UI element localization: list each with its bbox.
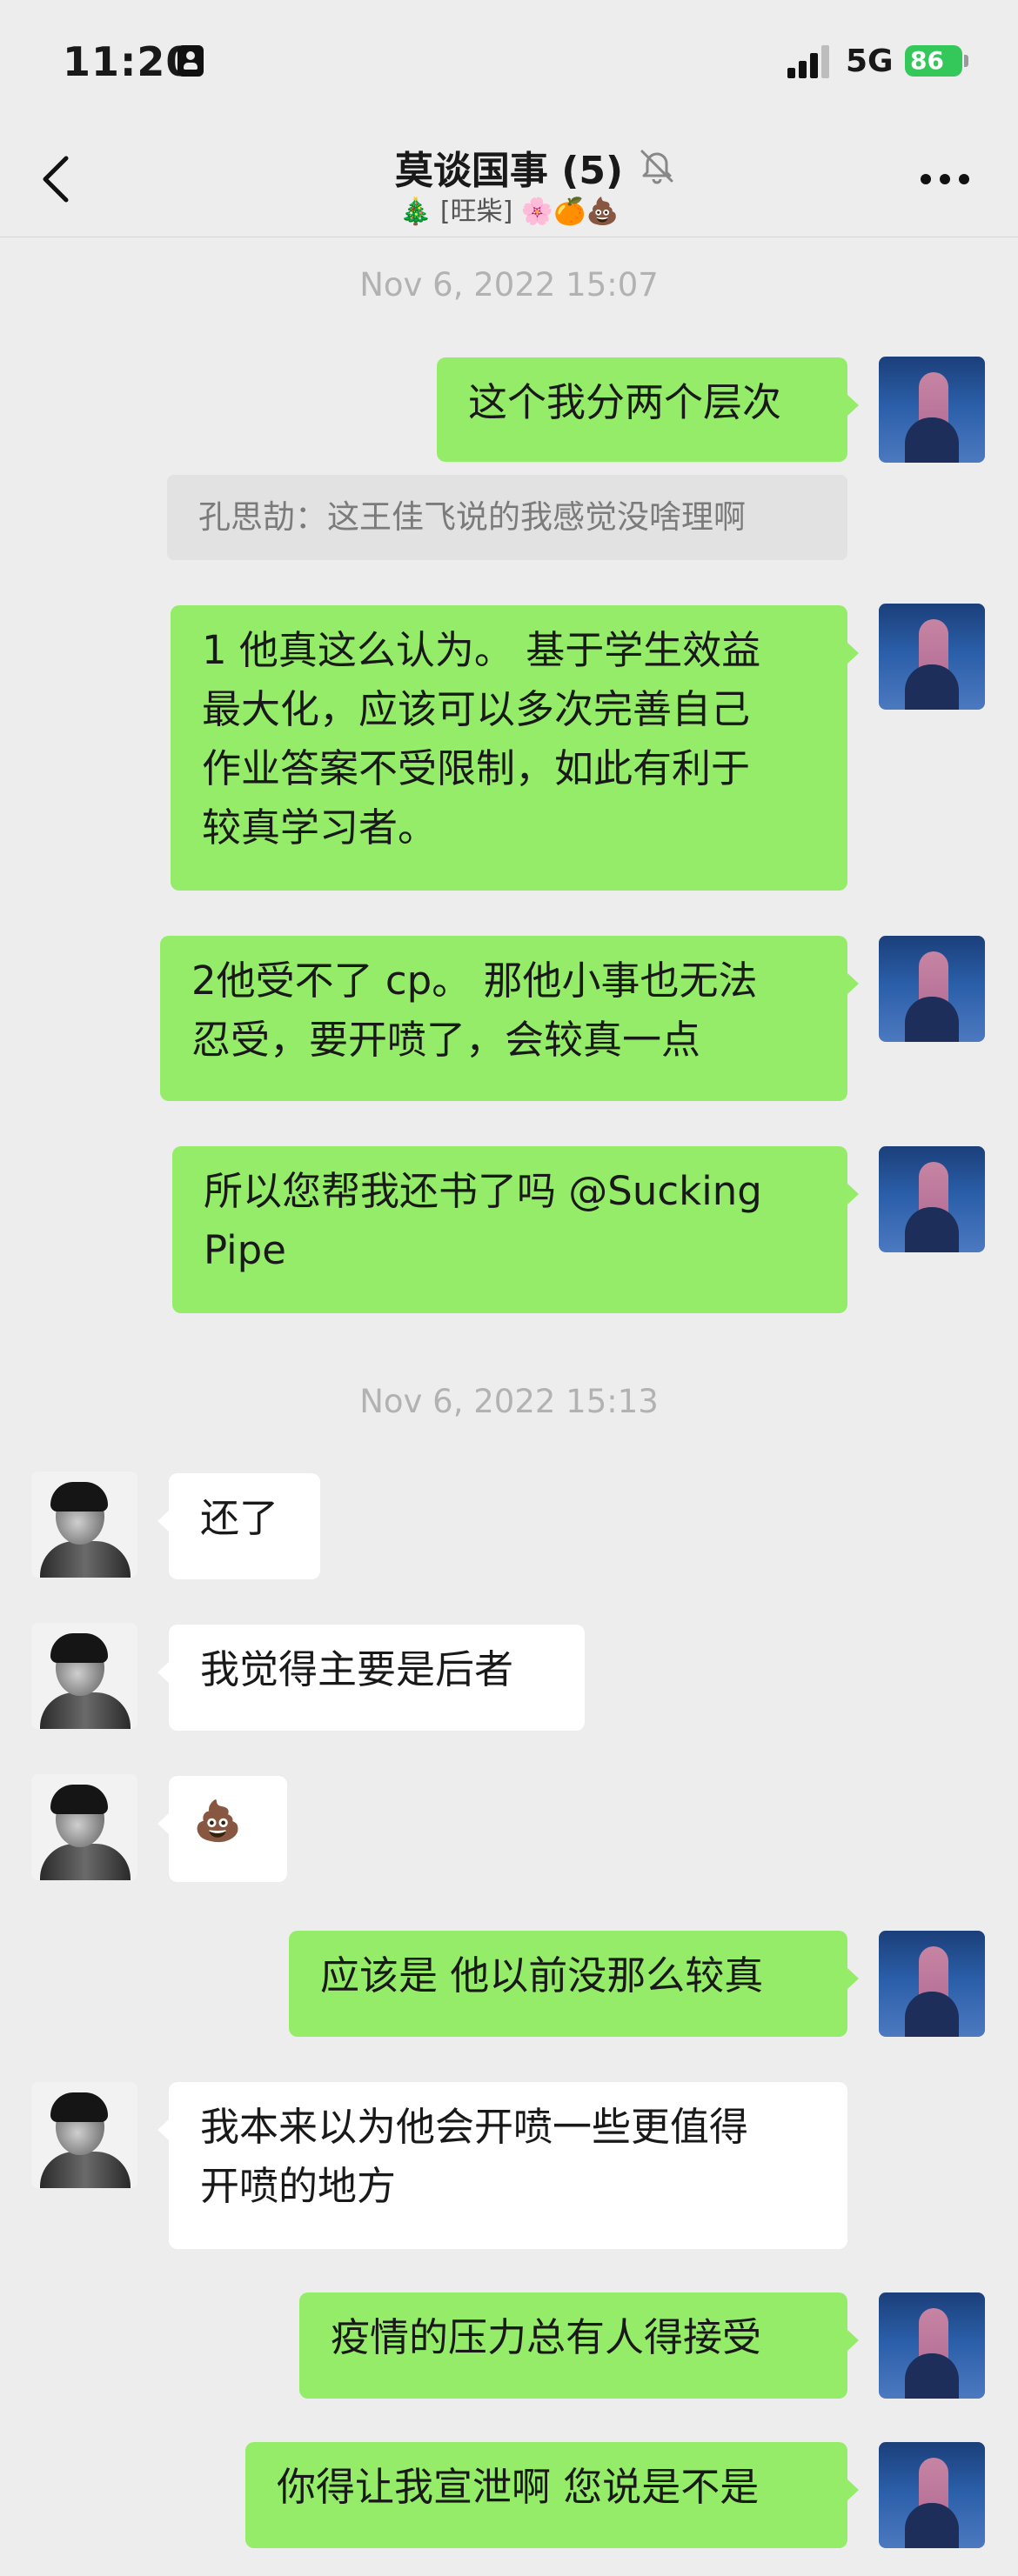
message-line: 较真学习者。 [202, 804, 438, 851]
battery-tip [964, 55, 968, 67]
message-line: 最大化，应该可以多次完善自己 [202, 686, 751, 732]
contact-avatar[interactable] [31, 1774, 137, 1880]
my-avatar[interactable] [879, 2292, 985, 2399]
my-avatar[interactable] [879, 2442, 985, 2548]
message-timestamp: Nov 6, 2022 15:07 [359, 266, 659, 304]
battery-level: 86 [910, 46, 944, 75]
message-emoji: 💩 [193, 1798, 243, 1844]
received-message-bubble[interactable]: 还了 [157, 1473, 320, 1579]
received-message-bubble[interactable]: 我觉得主要是后者 [157, 1625, 585, 1731]
contact-avatar[interactable] [31, 2082, 137, 2188]
message-text: 你得让我宣泄啊 您说是不是 [277, 2464, 760, 2510]
status-bar: 11:20 5G 86 [0, 0, 1018, 130]
quoted-message[interactable]: 孔思劼：这王佳飞说的我感觉没啥理啊 [167, 475, 847, 560]
chat-title: 莫谈国事 (5) [394, 149, 624, 193]
sent-message-bubble[interactable]: 2他受不了 cp。 那他小事也无法 忍受，要开喷了，会较真一点 [160, 936, 859, 1101]
signal-icon [787, 43, 834, 78]
sent-message-bubble[interactable]: 1 他真这么认为。 基于学生效益 最大化，应该可以多次完善自己 作业答案不受限制… [171, 605, 859, 891]
message-line: 2他受不了 cp。 那他小事也无法 [191, 958, 758, 1004]
message-text: 还了 [200, 1495, 279, 1541]
message-line: 作业答案不受限制，如此有利于 [202, 745, 751, 791]
status-time: 11:20 [63, 38, 195, 85]
message-line: 1 他真这么认为。 基于学生效益 [202, 627, 761, 673]
received-message-bubble[interactable]: 我本来以为他会开喷一些更值得 开喷的地方 [157, 2082, 847, 2249]
my-avatar[interactable] [879, 604, 985, 710]
message-line: 开喷的地方 [200, 2163, 397, 2209]
sent-message-bubble[interactable]: 疫情的压力总有人得接受 [299, 2292, 859, 2399]
contact-avatar[interactable] [31, 1623, 137, 1729]
mute-bell-icon [640, 150, 673, 184]
quote-text: 孔思劼：这王佳飞说的我感觉没啥理啊 [198, 498, 746, 536]
message-text: 疫情的压力总有人得接受 [331, 2314, 762, 2360]
message-timestamp: Nov 6, 2022 15:13 [359, 1383, 659, 1420]
sent-message-bubble[interactable]: 你得让我宣泄啊 您说是不是 [245, 2442, 859, 2548]
message-text: 这个我分两个层次 [468, 379, 782, 425]
message-line: 所以您帮我还书了吗 @Sucking [204, 1168, 762, 1214]
contact-card-icon [177, 45, 204, 77]
received-message-bubble[interactable]: 💩 [157, 1776, 287, 1882]
sent-message-bubble[interactable]: 这个我分两个层次 [437, 357, 859, 462]
my-avatar[interactable] [879, 357, 985, 463]
message-text: 我觉得主要是后者 [200, 1646, 514, 1692]
contact-avatar[interactable] [31, 1472, 137, 1578]
sent-message-bubble[interactable]: 所以您帮我还书了吗 @Sucking Pipe [172, 1146, 859, 1313]
message-line: 我本来以为他会开喷一些更值得 [200, 2104, 749, 2150]
my-avatar[interactable] [879, 1146, 985, 1252]
chat-subtitle: 🎄 [旺柴] 🌸🍊💩 [399, 197, 619, 227]
message-line: Pipe [204, 1227, 286, 1273]
my-avatar[interactable] [879, 1931, 985, 2037]
battery-icon: 86 [905, 45, 962, 77]
network-type: 5G [846, 43, 894, 79]
message-text: 应该是 他以前没那么较真 [320, 1952, 764, 1999]
my-avatar[interactable] [879, 936, 985, 1042]
message-line: 忍受，要开喷了，会较真一点 [191, 1017, 701, 1063]
sent-message-bubble[interactable]: 应该是 他以前没那么较真 [289, 1931, 859, 2037]
more-options-icon[interactable] [921, 174, 973, 186]
chat-header: 莫谈国事 (5) 🎄 [旺柴] 🌸🍊💩 [0, 130, 1018, 237]
